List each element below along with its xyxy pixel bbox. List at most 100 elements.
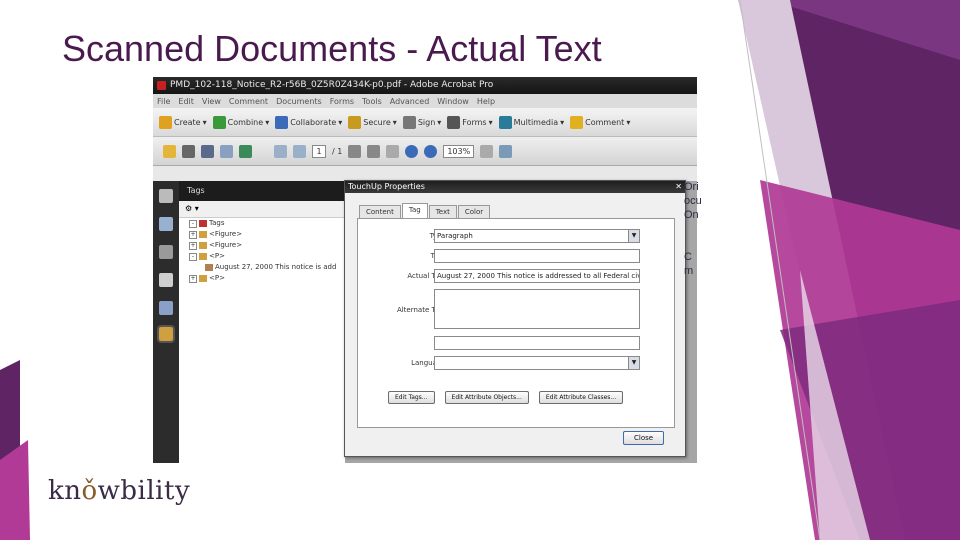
pen-icon — [402, 115, 416, 129]
zoom-select[interactable]: 103% — [443, 144, 475, 158]
comment-icon — [570, 115, 584, 129]
chevron-down-icon: ▼ — [628, 230, 639, 242]
lock-icon — [348, 115, 362, 129]
dialog-tabs: Content Tag Text Color — [359, 203, 491, 218]
menu-forms[interactable]: Forms — [330, 97, 354, 106]
close-icon[interactable]: ✕ — [675, 181, 682, 193]
menu-comment[interactable]: Comment — [229, 97, 268, 106]
menu-documents[interactable]: Documents — [276, 97, 322, 106]
bookmarks-icon[interactable] — [159, 217, 173, 231]
tag-tree: - Tags + <Figure> + <Figure> - <P> August 27… — [179, 218, 345, 284]
tag-action-buttons: Edit Tags... Edit Attribute Objects... E… — [388, 391, 624, 404]
tree-row-text[interactable]: August 27, 2000 This notice is add — [185, 262, 345, 273]
zoom-out-icon[interactable] — [405, 144, 419, 158]
touchup-properties-dialog: TouchUp Properties ✕ Content Tag Text Co… — [344, 180, 686, 457]
alternate-text-input[interactable] — [434, 289, 640, 329]
file-toolbar: 1 / 1 103% — [153, 137, 697, 166]
window-titlebar: PMD_102-118_Notice_R2-r56B_0Z5R0Z434K-p0… — [153, 77, 697, 94]
tags-panel: Tags ⚙ ▾ - Tags + <Figure> + <Figure> - <P> … — [179, 181, 345, 463]
dialog-title: TouchUp Properties — [348, 182, 425, 191]
id-input[interactable] — [434, 336, 640, 350]
tasks-toolbar: Create ▾ Combine ▾ Collaborate ▾ Secure … — [153, 108, 697, 137]
pages-icon[interactable] — [159, 189, 173, 203]
menu-view[interactable]: View — [202, 97, 221, 106]
type-select[interactable]: Paragraph ▼ — [434, 229, 640, 243]
tree-row-p-1[interactable]: - <P> — [185, 251, 345, 262]
create-button[interactable]: Create ▾ — [159, 115, 207, 129]
secure-button[interactable]: Secure ▾ — [348, 115, 397, 129]
layers-icon[interactable] — [159, 273, 173, 287]
page-total: / 1 — [332, 146, 343, 156]
tab-text[interactable]: Text — [428, 205, 457, 218]
document-workarea: Tags ⚙ ▾ - Tags + <Figure> + <Figure> - <P> … — [153, 180, 697, 463]
tab-color[interactable]: Color — [457, 205, 491, 218]
tags-panel-header: Tags — [179, 181, 345, 201]
navigation-rail — [153, 181, 179, 463]
forms-button[interactable]: Forms ▾ — [447, 115, 493, 129]
open-folder-icon[interactable] — [163, 144, 176, 158]
zoom-tool-icon[interactable] — [386, 144, 400, 158]
acrobat-screenshot: PMD_102-118_Notice_R2-r56B_0Z5R0Z434K-p0… — [153, 77, 697, 463]
tag-tab-panel: Type: Paragraph▼ Title: Actual Text: Aug… — [357, 218, 675, 428]
tag-root-icon — [199, 220, 207, 227]
create-icon — [159, 115, 172, 129]
dialog-titlebar: TouchUp Properties ✕ — [345, 181, 685, 193]
menu-help[interactable]: Help — [477, 97, 495, 106]
globe-icon[interactable] — [239, 144, 252, 158]
multimedia-button[interactable]: Multimedia ▾ — [498, 115, 564, 129]
menu-advanced[interactable]: Advanced — [390, 97, 430, 106]
edit-attribute-objects-button[interactable]: Edit Attribute Objects... — [444, 391, 529, 404]
email-icon[interactable] — [220, 144, 233, 158]
fit-page-icon[interactable] — [480, 144, 494, 158]
edit-attribute-classes-button[interactable]: Edit Attribute Classes... — [538, 391, 624, 404]
prev-page-icon[interactable] — [274, 144, 287, 158]
multimedia-icon — [498, 115, 512, 129]
next-page-icon[interactable] — [293, 144, 306, 158]
tab-tag[interactable]: Tag — [401, 203, 428, 218]
tree-row-root[interactable]: - Tags — [185, 218, 345, 229]
acrobat-logo-icon — [157, 81, 166, 90]
logo-figure-icon: ǒ — [81, 476, 98, 506]
forms-icon — [447, 115, 461, 129]
chevron-down-icon: ▼ — [628, 357, 639, 369]
sign-button[interactable]: Sign ▾ — [402, 115, 441, 129]
menu-bar: File Edit View Comment Documents Forms T… — [153, 94, 697, 108]
menu-window[interactable]: Window — [437, 97, 469, 106]
fit-width-icon[interactable] — [499, 144, 513, 158]
tag-icon — [199, 275, 207, 282]
zoom-in-icon[interactable] — [424, 144, 438, 158]
page-number-input[interactable]: 1 — [312, 144, 326, 158]
collaborate-button[interactable]: Collaborate ▾ — [275, 115, 342, 129]
window-title: PMD_102-118_Notice_R2-r56B_0Z5R0Z434K-p0… — [170, 80, 494, 90]
tags-icon[interactable] — [157, 325, 175, 343]
combine-icon — [212, 115, 226, 129]
peek-line: On — [684, 209, 699, 221]
text-content-icon — [205, 264, 213, 271]
edit-tags-button[interactable]: Edit Tags... — [388, 391, 435, 404]
comment-button[interactable]: Comment ▾ — [570, 115, 630, 129]
print-icon[interactable] — [182, 144, 195, 158]
tags-options-button[interactable]: ⚙ ▾ — [179, 201, 345, 218]
slide-title: Scanned Documents - Actual Text — [62, 28, 602, 69]
menu-file[interactable]: File — [157, 97, 170, 106]
tag-icon — [199, 231, 207, 238]
menu-tools[interactable]: Tools — [362, 97, 382, 106]
hand-tool-icon[interactable] — [348, 144, 362, 158]
model-tree-icon[interactable] — [159, 301, 173, 315]
title-input[interactable] — [434, 249, 640, 263]
signatures-icon[interactable] — [159, 245, 173, 259]
tree-row-figure-1[interactable]: + <Figure> — [185, 229, 345, 240]
select-tool-icon[interactable] — [367, 144, 381, 158]
peek-line: C — [684, 251, 692, 263]
save-icon[interactable] — [201, 144, 214, 158]
combine-button[interactable]: Combine ▾ — [212, 115, 269, 129]
language-select[interactable]: ▼ — [434, 356, 640, 370]
tab-content[interactable]: Content — [359, 205, 401, 218]
tree-row-p-2[interactable]: + <P> — [185, 273, 345, 284]
peek-line: m — [684, 265, 694, 277]
peek-line: Ori — [684, 181, 699, 193]
tree-row-figure-2[interactable]: + <Figure> — [185, 240, 345, 251]
actual-text-input[interactable]: August 27, 2000 This notice is addressed… — [434, 269, 640, 283]
menu-edit[interactable]: Edit — [178, 97, 194, 106]
close-button[interactable]: Close — [623, 431, 665, 445]
